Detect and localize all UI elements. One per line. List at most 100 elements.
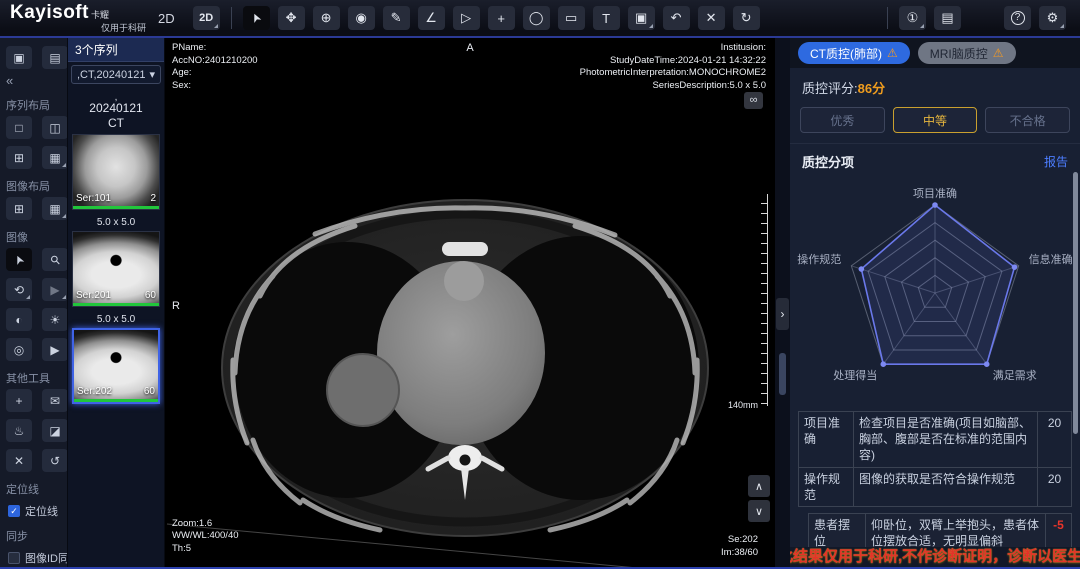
text-annotation-icon: T: [602, 11, 610, 26]
image-overlay-button[interactable]: ▣: [628, 6, 655, 30]
grade-button-medium[interactable]: 中等: [893, 107, 978, 133]
reset-button[interactable]: ↻: [733, 6, 760, 30]
image-count: 2: [150, 193, 156, 204]
reset-icon: ↻: [741, 10, 752, 26]
locator-line-row[interactable]: ✓定位线: [8, 503, 67, 519]
panel-divider-strip: ›: [775, 38, 790, 567]
series-thumbnail[interactable]: Ser:20160: [72, 231, 160, 307]
delete-button[interactable]: ✕: [698, 6, 725, 30]
close-icon: ✕: [14, 454, 24, 468]
thumbnail-label: Ser:1012: [76, 193, 156, 204]
img-layout-2x2-button[interactable]: ⊞: [6, 197, 32, 220]
layout-3x3-button[interactable]: ▦: [42, 146, 68, 169]
qc-row-operation-standard: 操作规范图像的获取是否符合操作规范20: [799, 468, 1071, 506]
link-button[interactable]: ∞: [744, 92, 763, 109]
flip-rotate-button[interactable]: ⟲: [6, 278, 32, 301]
image-id-sync-row[interactable]: 图像ID同步: [8, 550, 67, 566]
panel-report-toggle-button[interactable]: ▤: [42, 46, 68, 69]
series-thumbnail[interactable]: Ser:20260: [72, 328, 160, 404]
qc-main-table: 项目准确检查项目是否准确(项目如脑部、胸部、腹部是否在标准的范围内容)20操作规…: [798, 411, 1072, 507]
image-overlay-icon: ▣: [635, 10, 647, 26]
viewport-scrollbar-thumb[interactable]: [779, 353, 786, 395]
brightness-icon: ☀: [50, 313, 61, 327]
eraser-button[interactable]: ◪: [42, 419, 68, 442]
main-viewport[interactable]: PName:AccNO:2401210200Age:Sex: Institusi…: [165, 38, 775, 567]
section-title: 定位线: [6, 481, 67, 497]
grade-button-excellent[interactable]: 优秀: [800, 107, 885, 133]
reset-tool-button[interactable]: ↺: [42, 449, 68, 472]
mri-brain-qc-tab[interactable]: MRI脑质控⚠: [918, 42, 1016, 64]
layout-1x2-button[interactable]: ◫: [42, 116, 68, 139]
invert-button[interactable]: ◐: [6, 308, 32, 331]
settings-icon: ⚙: [1047, 10, 1059, 26]
rect-roi-button[interactable]: ▭: [558, 6, 585, 30]
probe-button[interactable]: ▷: [453, 6, 480, 30]
comment-button[interactable]: ✉: [42, 389, 68, 412]
qc-row-item-accuracy: 项目准确检查项目是否准确(项目如脑部、胸部、腹部是否在标准的范围内容)20: [799, 412, 1071, 468]
img-layout-3x3-button[interactable]: ▦: [42, 197, 68, 220]
settings-button[interactable]: ⚙: [1039, 6, 1066, 30]
spiral-button[interactable]: ◎: [6, 338, 32, 361]
qc-item-score: 20: [1037, 468, 1071, 506]
add-button[interactable]: +: [6, 389, 32, 412]
pan-button[interactable]: ✥: [278, 6, 305, 30]
play-button[interactable]: ▶: [42, 338, 68, 361]
cursor-button[interactable]: ➤: [6, 248, 32, 271]
report-link[interactable]: 报告: [1044, 153, 1068, 170]
text-annotation-button[interactable]: T: [593, 6, 620, 30]
panel-expander[interactable]: ›: [776, 298, 789, 330]
info-icon: ①: [907, 10, 919, 26]
collapse-control[interactable]: «: [6, 73, 67, 88]
scroll-up-button[interactable]: ∧: [748, 475, 770, 497]
magnify-button[interactable]: ⚲: [42, 248, 68, 271]
toolbar-tools: 2D ➤ ✥ ⊕ ◉ ✎ ∠ ▷ + ◯ ▭ T ▣ ↶ ✕ ↻: [189, 6, 764, 30]
angle-button[interactable]: ∠: [418, 6, 445, 30]
deduction-score: -5: [1053, 518, 1064, 532]
info-button[interactable]: ①: [899, 6, 926, 30]
layout-1x1-button[interactable]: □: [6, 116, 32, 139]
reset-tool-icon: ↺: [50, 454, 60, 468]
close-button[interactable]: ✕: [6, 449, 32, 472]
dicom-viewer-app: Kayisoft 卡耀 仅用于科研 2D 2D➤✥⊕◉✎∠▷+◯▭T▣↶✕↻ ①…: [0, 0, 1080, 569]
warning-icon: ⚠: [887, 46, 898, 60]
scroll-down-button[interactable]: ∨: [748, 500, 770, 522]
series-thumbnail[interactable]: Ser:1012: [72, 134, 160, 210]
tool-grid: ⊞▦: [6, 197, 67, 220]
stamp-button[interactable]: ♨: [6, 419, 32, 442]
patient-info-line: Sex:: [172, 80, 258, 93]
study-date: 20240121: [68, 101, 164, 116]
undo-button[interactable]: ↶: [663, 6, 690, 30]
section-title: 同步: [6, 528, 67, 544]
ruler-button[interactable]: ✎: [383, 6, 410, 30]
ellipse-roi-button[interactable]: ◯: [523, 6, 550, 30]
locator-line-checkbox[interactable]: ✓: [8, 505, 20, 517]
toolbar-separator: [231, 7, 232, 29]
layout-2x2-icon: ⊞: [14, 151, 24, 165]
panel-series-toggle-button[interactable]: ▣: [6, 46, 32, 69]
ct-image[interactable]: [165, 38, 775, 567]
save-button[interactable]: ▤: [934, 6, 961, 30]
radar-data-point: [859, 266, 865, 272]
help-button[interactable]: ?: [1004, 6, 1031, 30]
zoom-in-button[interactable]: ⊕: [313, 6, 340, 30]
layout-1x1-icon: □: [15, 121, 22, 135]
study-info-line: PhotometricInterpretation:MONOCHROME2: [580, 67, 766, 80]
grade-button-unqualified[interactable]: 不合格: [985, 107, 1070, 133]
radar-axis-label: 操作规范: [797, 252, 841, 266]
crosshair-button[interactable]: +: [488, 6, 515, 30]
radar-axis-label: 处理得当: [833, 368, 877, 382]
cursor-button[interactable]: ➤: [243, 6, 270, 30]
layout-2x2-button[interactable]: ⊞: [6, 146, 32, 169]
panel-scrollbar-thumb[interactable]: [1073, 172, 1078, 434]
thumbnail-label: Ser:20260: [77, 386, 155, 397]
2d-view-button[interactable]: 2D: [193, 6, 220, 30]
logo-text: Kayisoft: [10, 2, 89, 24]
ct-lung-qc-tab[interactable]: CT质控(肺部)⚠: [798, 42, 910, 64]
image-id-sync-checkbox[interactable]: [8, 552, 20, 564]
window-level-button[interactable]: ◉: [348, 6, 375, 30]
panel-series-toggle-icon: ▣: [13, 51, 24, 65]
brightness-button[interactable]: ☀: [42, 308, 68, 331]
window-level-icon: ◉: [355, 10, 366, 26]
cine-flag-button[interactable]: ▶: [42, 278, 68, 301]
series-select[interactable]: ,CT,20240121 ▾: [71, 65, 161, 84]
